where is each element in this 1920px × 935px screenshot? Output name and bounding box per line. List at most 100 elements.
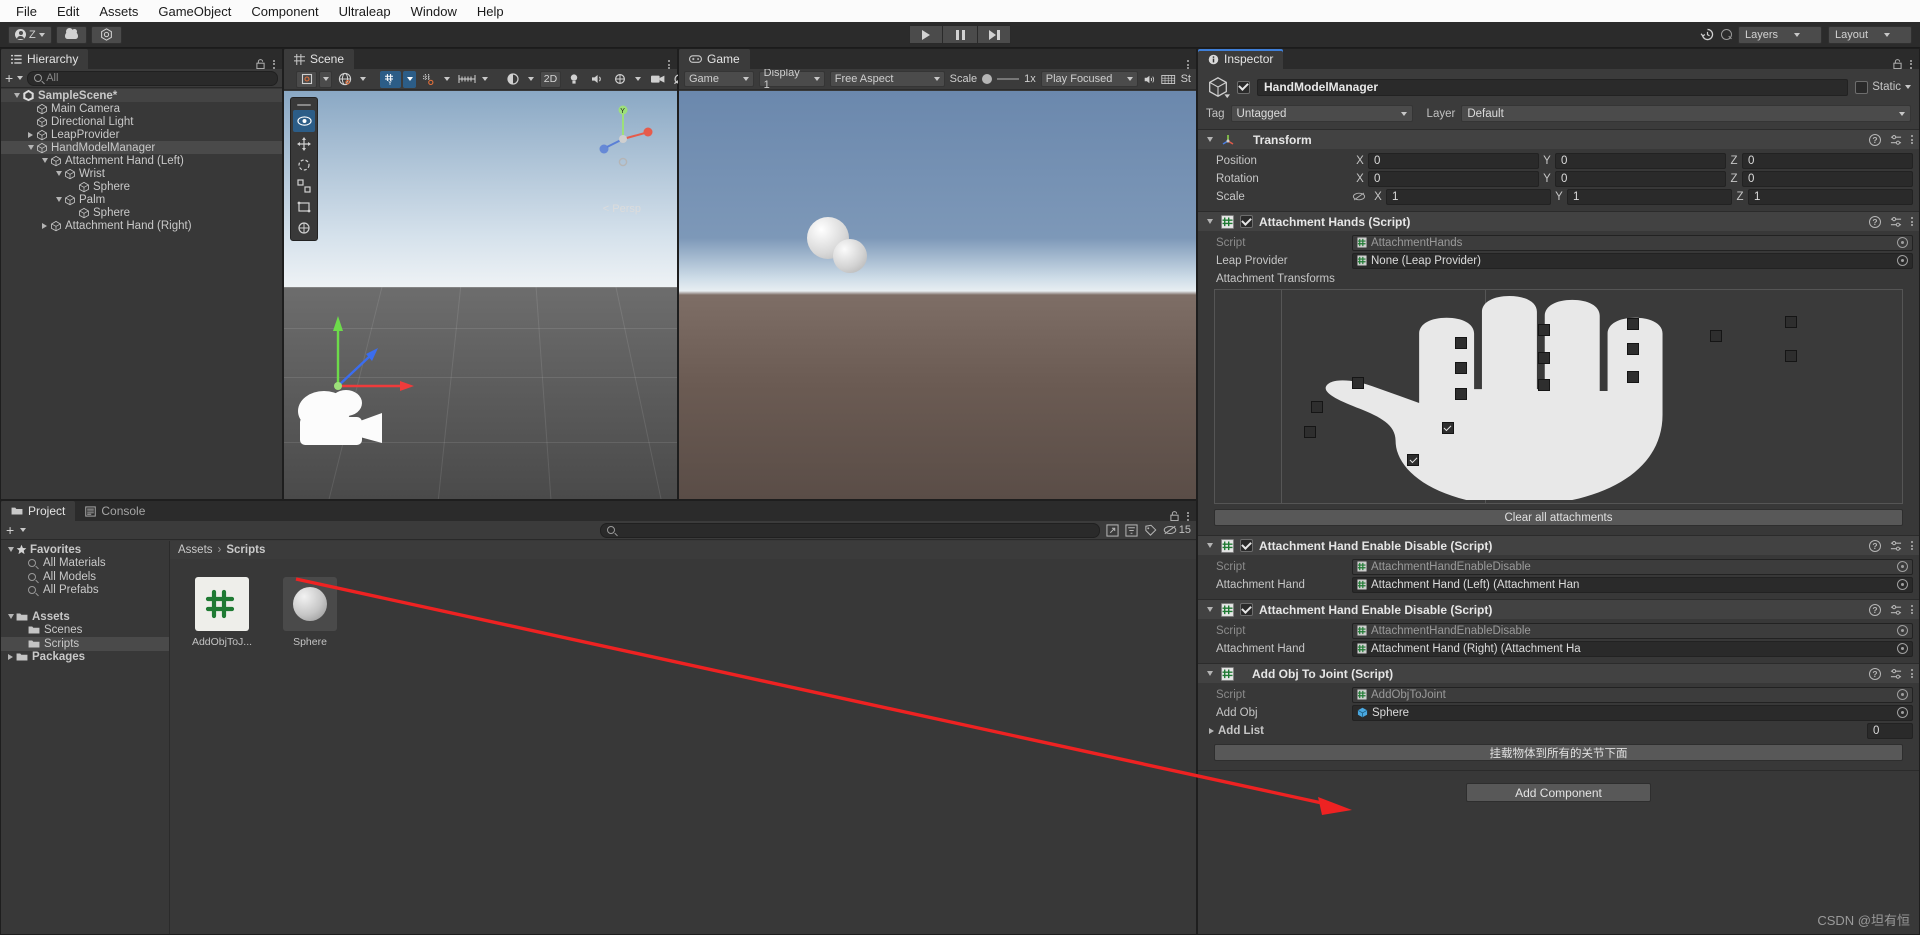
global-pivot-button[interactable] [334,71,355,88]
grid-visibility-button[interactable] [418,71,439,88]
gameobject-name-input[interactable]: HandModelManager [1257,78,1849,96]
attachment-point-toggle[interactable] [1537,351,1550,364]
attachment-point-toggle[interactable] [1352,377,1365,390]
scene-projection-label[interactable]: < Persp [603,203,641,215]
project-menu-icon[interactable] [1187,511,1189,521]
attachment-point-toggle[interactable] [1455,336,1468,349]
field-x[interactable]: 0 [1368,170,1539,187]
preset-icon[interactable] [1890,668,1902,680]
attachment-point-toggle[interactable] [1441,422,1454,435]
chevron-down-icon[interactable] [20,528,27,532]
project-search-input[interactable] [599,522,1100,538]
attachment-point-toggle[interactable] [1709,330,1722,343]
pause-button[interactable] [943,25,977,44]
scene-menu-icon[interactable] [668,60,670,69]
attach-to-joints-button[interactable]: 挂载物体到所有的关节下面 [1214,744,1903,761]
scene-lighting-button[interactable] [563,71,584,88]
attachment-hand-diagram[interactable] [1214,289,1903,504]
menu-item-help[interactable]: Help [467,2,514,21]
chevron-down-icon[interactable] [25,145,36,150]
scene-axis-gizmo[interactable]: Y [587,99,659,171]
hierarchy-menu-icon[interactable] [273,59,275,69]
breadcrumb-scripts[interactable]: Scripts [226,544,265,556]
menu-item-component[interactable]: Component [241,2,328,21]
chevron-down-icon[interactable] [1204,607,1215,612]
component-enabled-checkbox[interactable] [1240,603,1253,616]
chevron-down-icon[interactable] [1905,85,1911,89]
lock-icon[interactable] [1893,59,1902,69]
scene-audio-button[interactable] [586,71,607,88]
project-sidebar-item[interactable]: Scripts [1,637,169,651]
grid-visibility-dropdown[interactable] [441,71,454,88]
chevron-down-icon[interactable] [1204,219,1215,224]
view-2d-button[interactable]: 2D [540,70,561,88]
component-header[interactable]: Attachment Hand Enable Disable (Script)? [1198,600,1919,619]
hierarchy-item[interactable]: Directional Light [1,115,282,128]
preset-icon[interactable] [1890,216,1902,228]
field-x[interactable]: 1 [1386,188,1551,205]
chevron-down-icon[interactable] [17,76,24,80]
overlay-drag-handle[interactable] [291,100,317,109]
component-header[interactable]: Add Obj To Joint (Script)? [1198,664,1919,683]
stats-grid-icon[interactable] [1161,73,1176,86]
object-picker-icon[interactable] [1897,707,1908,718]
hierarchy-item[interactable]: Attachment Hand (Left) [1,154,282,167]
project-sidebar-item[interactable]: Scenes [1,624,169,638]
chevron-down-icon[interactable] [53,171,64,176]
hierarchy-item[interactable]: Main Camera [1,102,282,115]
play-button[interactable] [909,25,943,44]
clear-attachments-button[interactable]: Clear all attachments [1214,509,1903,526]
grid-snap-dropdown[interactable] [403,70,416,88]
component-menu-icon[interactable] [1911,605,1913,614]
chevron-right-icon[interactable] [25,132,36,138]
attachment-point-toggle[interactable] [1537,379,1550,392]
scale-tool-button[interactable] [291,175,317,196]
gameobject-icon[interactable] [1206,75,1230,99]
chevron-down-icon[interactable] [1204,137,1215,142]
scale-slider-track[interactable] [997,78,1020,80]
aspect-dropdown[interactable]: Free Aspect [829,71,945,87]
chevron-right-icon[interactable] [5,654,16,660]
transform-gizmo[interactable] [314,306,424,406]
component-enabled-checkbox[interactable] [1240,539,1253,552]
object-field[interactable]: AddObjToJoint [1352,686,1913,703]
project-sidebar-item[interactable]: Packages [1,651,169,665]
object-field[interactable]: Sphere [1352,704,1913,721]
save-search-icon[interactable] [1106,523,1119,537]
hierarchy-item[interactable]: Attachment Hand (Right) [1,219,282,232]
tab-hierarchy[interactable]: Hierarchy [1,49,89,69]
scene-viewport[interactable]: Y < Persp [284,91,677,499]
attachment-point-toggle[interactable] [1537,324,1550,337]
menu-item-assets[interactable]: Assets [89,2,148,21]
menu-item-window[interactable]: Window [401,2,467,21]
attachment-point-toggle[interactable] [1627,370,1640,383]
account-button[interactable]: Z [8,25,52,44]
hierarchy-item[interactable]: SampleScene* [1,89,282,102]
game-menu-icon[interactable] [1187,60,1189,69]
component-menu-icon[interactable] [1911,669,1913,678]
object-field[interactable]: AttachmentHandEnableDisable [1352,622,1913,639]
field-z[interactable]: 0 [1742,170,1913,187]
attachment-point-toggle[interactable] [1785,315,1798,328]
static-checkbox[interactable] [1855,80,1869,94]
rect-tool-button[interactable] [291,196,317,217]
component-menu-icon[interactable] [1911,541,1913,550]
filter-type-icon[interactable] [1125,523,1138,537]
transform-tool-button[interactable] [291,217,317,238]
layer-dropdown[interactable]: Default [1461,105,1911,122]
lighting-dropdown[interactable] [525,71,538,88]
inspector-menu-icon[interactable] [1910,59,1912,69]
search-icon[interactable] [1721,29,1732,40]
breadcrumb-assets[interactable]: Assets [178,544,213,556]
grid-snap-button[interactable]: Y [380,70,401,88]
attachment-point-toggle[interactable] [1407,454,1420,466]
hierarchy-item[interactable]: Sphere [1,206,282,219]
object-picker-icon[interactable] [1897,643,1908,654]
create-asset-icon[interactable]: + [6,523,14,537]
tab-inspector[interactable]: Inspector [1198,49,1284,69]
chevron-down-icon[interactable] [1204,671,1215,676]
field-x[interactable]: 0 [1368,152,1539,169]
scale-slider-handle[interactable] [982,74,993,84]
object-picker-icon[interactable] [1897,579,1908,590]
asset-item[interactable]: AddObjToJ... [190,577,254,648]
